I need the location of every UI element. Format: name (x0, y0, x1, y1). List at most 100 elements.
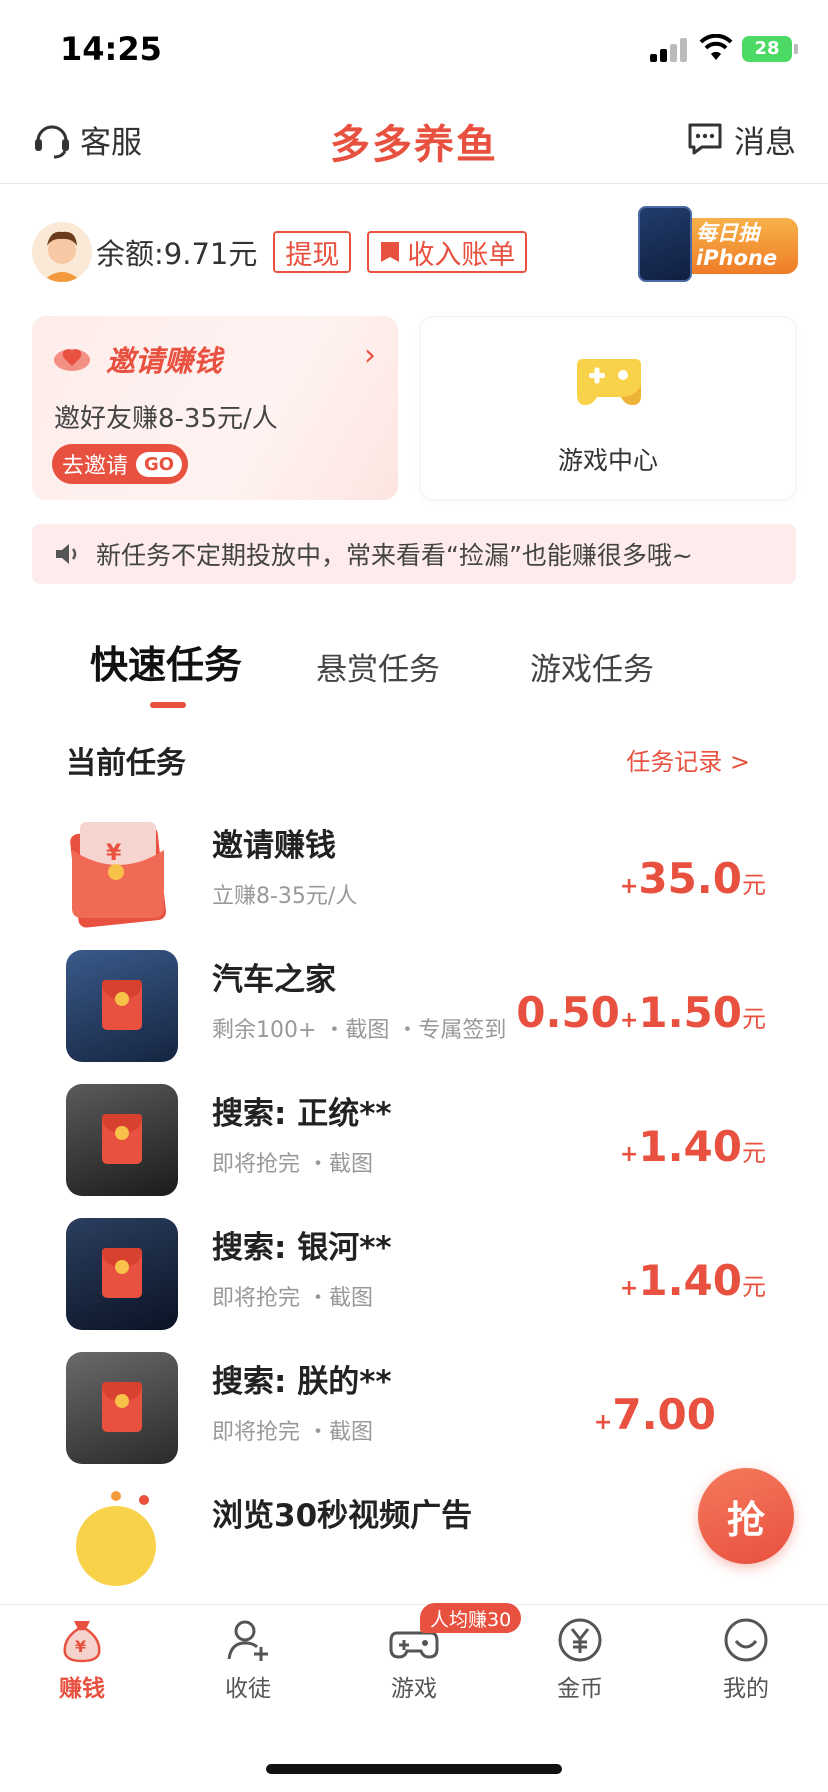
message-icon (688, 123, 722, 155)
reward-unit: 元 (742, 1005, 766, 1033)
tab-bounty-tasks[interactable]: 悬赏任务 (316, 644, 440, 689)
nav-label-apprentice: 收徒 (225, 1676, 271, 1702)
task-title: 搜索: 正统** (212, 1096, 392, 1132)
reward-value: 35.0 (638, 854, 742, 903)
notice-text: 新任务不定期投放中，常来看看“捡漏”也能赚很多哦~ (96, 541, 693, 570)
task-meta: 即将抢完 ・截图 (212, 1152, 373, 1177)
avatar-image (32, 222, 92, 282)
reward-plus: + (619, 1142, 639, 1167)
task-reward: 0.50+1.50元 (516, 988, 766, 1037)
red-envelope-icon (102, 1114, 142, 1164)
invite-go-button[interactable]: 去邀请 GO (52, 444, 189, 484)
invite-subtitle: 邀好友赚8-35元/人 (54, 404, 278, 434)
svg-text:¥: ¥ (106, 841, 122, 866)
nav-item-earn[interactable]: ¥ 赚钱 (22, 1615, 142, 1715)
balance-amount: 余额:9.71元 (96, 237, 258, 271)
yen-coin-icon (558, 1618, 602, 1662)
task-title: 搜索: 银河** (212, 1230, 392, 1266)
notice-bar: 新任务不定期投放中，常来看看“捡漏”也能赚很多哦~ (32, 524, 796, 584)
task-row-autohome[interactable]: 汽车之家 剩余100+ ・截图 ・专属签到 0.50+1.50元 (66, 950, 766, 1066)
current-tasks-panel: 当前任务 任务记录 > ¥ 邀请赚钱 立赚8-35元/人 +35.0元 汽车之家… (32, 718, 796, 1602)
cloud-heart-icon (54, 349, 90, 371)
messages-label: 消息 (734, 124, 796, 161)
smile-icon (724, 1618, 768, 1662)
nav-item-mine[interactable]: 我的 (686, 1615, 806, 1715)
status-bar: 14:25 28 (0, 0, 828, 92)
add-user-icon (227, 1620, 268, 1661)
tab-game-tasks[interactable]: 游戏任务 (530, 644, 654, 689)
gamepad-icon (577, 359, 641, 405)
reward-value: 1.50 (638, 988, 742, 1037)
galaxy-battleship-thumbnail (66, 1218, 178, 1330)
reward-plus: + (619, 1276, 639, 1301)
task-reward: +7.00 (594, 1390, 716, 1439)
task-record-link[interactable]: 任务记录 > (626, 742, 750, 777)
task-row-search-zhengtong[interactable]: 搜索: 正统** 即将抢完 ・截图 +1.40元 (66, 1084, 766, 1200)
income-bill-button[interactable]: 收入账单 (367, 231, 528, 273)
red-envelope-icon (102, 1382, 142, 1432)
video-ad-thumbnail (66, 1486, 178, 1598)
task-meta: 剩余100+ ・截图 ・专属签到 (212, 1018, 507, 1043)
iphone-image (638, 206, 692, 282)
income-bill-label: 收入账单 (407, 239, 516, 271)
bill-icon (381, 242, 400, 262)
daily-iphone-lottery[interactable]: 每日抽 iPhone (638, 206, 798, 282)
task-title: 搜索: 朕的** (212, 1364, 392, 1400)
app-header: 客服 多多养鱼 消息 (0, 96, 828, 184)
status-time: 14:25 (60, 30, 162, 68)
autohome-thumbnail (66, 950, 178, 1062)
active-tab-indicator (150, 702, 186, 708)
games-promo-badge: 人均赚30 (420, 1603, 522, 1633)
reward-unit: 元 (742, 1273, 766, 1301)
signal-icon (650, 38, 690, 62)
avatar[interactable] (32, 222, 92, 282)
balance-row: 余额:9.71元 提现 收入账单 每日抽 iPhone (32, 206, 798, 284)
reward-unit: 元 (742, 871, 766, 899)
red-envelope-icon: ¥ (66, 816, 178, 928)
home-indicator (266, 1764, 562, 1774)
reward-prefix: 0.50 (516, 988, 620, 1037)
nav-label-mine: 我的 (723, 1676, 769, 1702)
grab-button[interactable]: 抢 (698, 1468, 794, 1564)
svg-text:¥: ¥ (75, 1637, 86, 1656)
task-reward: +1.40元 (620, 1122, 766, 1171)
invite-cta-label: 去邀请 (62, 454, 129, 479)
lottery-label: 每日抽 iPhone (676, 218, 798, 274)
task-row-invite[interactable]: ¥ 邀请赚钱 立赚8-35元/人 +35.0元 (66, 816, 766, 932)
messages-button[interactable]: 消息 (686, 114, 796, 164)
game-center-card[interactable]: 游戏中心 (420, 316, 796, 500)
battery-icon: 28 (742, 36, 798, 62)
reward-value: 1.40 (638, 1256, 742, 1305)
task-meta: 即将抢完 ・截图 (212, 1286, 373, 1311)
withdraw-button[interactable]: 提现 (273, 231, 352, 273)
reward-unit: 元 (742, 1139, 766, 1167)
reward-plus: + (593, 1410, 613, 1435)
reward-value: 1.40 (638, 1122, 742, 1171)
task-title: 浏览30秒视频广告 (212, 1498, 473, 1534)
task-row-search-galaxy[interactable]: 搜索: 银河** 即将抢完 ・截图 +1.40元 (66, 1218, 766, 1334)
task-reward: +1.40元 (620, 1256, 766, 1305)
task-tabs: 快速任务 悬赏任务 游戏任务 (32, 630, 796, 712)
nav-item-coins[interactable]: 金币 (520, 1615, 640, 1715)
task-reward: +35.0元 (620, 854, 766, 903)
money-bag-icon: ¥ (63, 1621, 101, 1663)
invite-card[interactable]: 邀请赚钱 › 邀好友赚8-35元/人 去邀请 GO (32, 316, 398, 500)
red-envelope-icon (102, 980, 142, 1030)
game-thumbnail (66, 1084, 178, 1196)
game-thumbnail (66, 1352, 178, 1464)
wifi-icon (699, 34, 733, 60)
task-row-video-ad[interactable]: 浏览30秒视频广告 (66, 1486, 766, 1602)
nav-label-coins: 金币 (557, 1676, 603, 1702)
nav-label-games: 游戏 (391, 1676, 437, 1702)
task-meta: 立赚8-35元/人 (212, 884, 358, 909)
red-envelope-icon (102, 1248, 142, 1298)
task-title: 汽车之家 (212, 962, 336, 998)
tab-quick-tasks[interactable]: 快速任务 (90, 634, 242, 689)
nav-item-apprentice[interactable]: 收徒 (188, 1615, 308, 1715)
invite-title: 邀请赚钱 (106, 344, 223, 378)
task-row-search-zhende[interactable]: 搜索: 朕的** 即将抢完 ・截图 +7.00 (66, 1352, 766, 1468)
nav-label-earn: 赚钱 (59, 1676, 105, 1702)
reward-plus: + (619, 874, 639, 899)
panel-title: 当前任务 (66, 746, 186, 781)
chevron-right-icon: › (364, 338, 376, 373)
